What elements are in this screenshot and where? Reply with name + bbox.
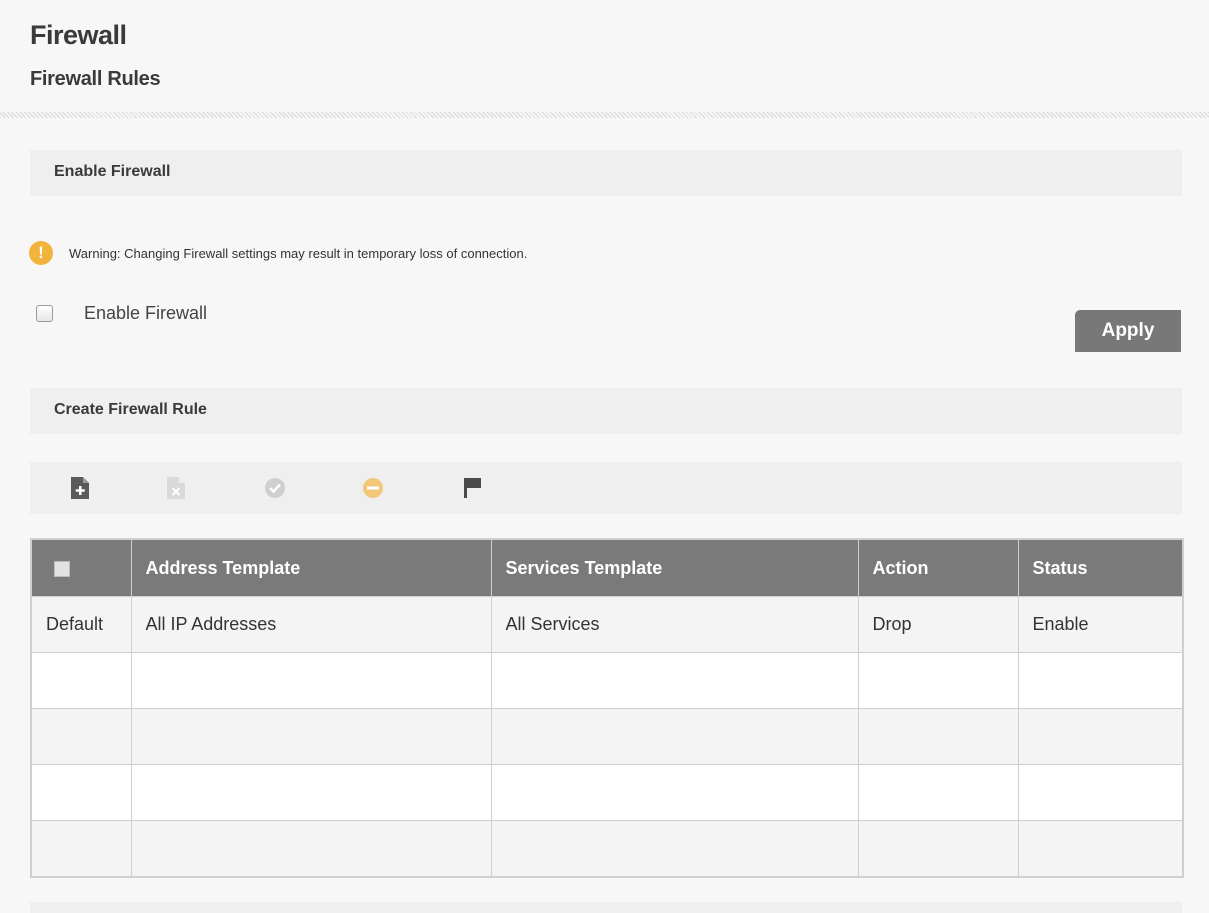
column-header[interactable]: Address Template <box>131 539 492 597</box>
table-cell <box>131 708 492 765</box>
section-header-label: Create Firewall Rule <box>54 401 207 418</box>
minus-circle-icon[interactable] <box>361 476 385 500</box>
table-header-row: Address Template Services Template Actio… <box>31 539 1184 597</box>
section-header-label: Enable Firewall <box>54 163 171 180</box>
column-header[interactable]: Services Template <box>491 539 859 597</box>
bottom-section-bar <box>30 902 1182 913</box>
create-rule-section-header: Create Firewall Rule <box>30 388 1182 434</box>
enable-firewall-label[interactable]: Enable Firewall <box>84 303 207 324</box>
column-header[interactable]: Action <box>858 539 1019 597</box>
table-cell <box>131 652 492 709</box>
table-cell <box>31 708 132 765</box>
table-cell <box>31 652 132 709</box>
exclamation-circle-icon: ! <box>29 241 53 265</box>
table-row[interactable] <box>31 820 1184 877</box>
table-cell <box>491 820 859 877</box>
table-cell <box>1018 764 1184 821</box>
divider <box>0 112 1209 118</box>
delete-document-icon[interactable] <box>164 476 188 500</box>
table-cell <box>1018 652 1184 709</box>
table-cell <box>131 764 492 821</box>
table-cell <box>31 764 132 821</box>
table-cell <box>31 820 132 877</box>
table-cell <box>858 708 1019 765</box>
table-cell: All IP Addresses <box>131 596 492 653</box>
apply-button[interactable]: Apply <box>1075 310 1181 352</box>
table-cell <box>1018 708 1184 765</box>
table-row[interactable] <box>31 764 1184 821</box>
table-cell: Drop <box>858 596 1019 653</box>
table-cell <box>858 820 1019 877</box>
warning-message: ! Warning: Changing Firewall settings ma… <box>29 240 527 266</box>
column-header[interactable]: Status <box>1018 539 1184 597</box>
select-all-header[interactable] <box>31 539 132 597</box>
flag-icon[interactable] <box>461 476 485 500</box>
table-cell <box>491 708 859 765</box>
warning-text: Warning: Changing Firewall settings may … <box>69 245 528 261</box>
page-title: Firewall <box>30 20 127 50</box>
table-cell <box>491 652 859 709</box>
table-cell <box>1018 820 1184 877</box>
table-row[interactable] <box>31 708 1184 765</box>
rule-toolbar <box>30 462 1182 514</box>
table-cell <box>131 820 492 877</box>
check-circle-icon[interactable] <box>263 476 287 500</box>
enable-firewall-row: Enable Firewall <box>36 303 207 324</box>
page-subtitle: Firewall Rules <box>30 68 161 90</box>
enable-firewall-section-header: Enable Firewall <box>30 150 1182 196</box>
table-cell: Default <box>31 596 132 653</box>
table-cell <box>858 652 1019 709</box>
table-row[interactable]: Default All IP Addresses All Services Dr… <box>31 596 1184 653</box>
firewall-rules-table: Address Template Services Template Actio… <box>30 538 1184 878</box>
select-all-checkbox[interactable] <box>54 560 70 577</box>
table-row[interactable] <box>31 652 1184 709</box>
table-cell: All Services <box>491 596 859 653</box>
table-cell: Enable <box>1018 596 1184 653</box>
enable-firewall-checkbox[interactable] <box>36 305 53 322</box>
table-cell <box>858 764 1019 821</box>
add-document-icon[interactable] <box>68 476 92 500</box>
table-cell <box>491 764 859 821</box>
